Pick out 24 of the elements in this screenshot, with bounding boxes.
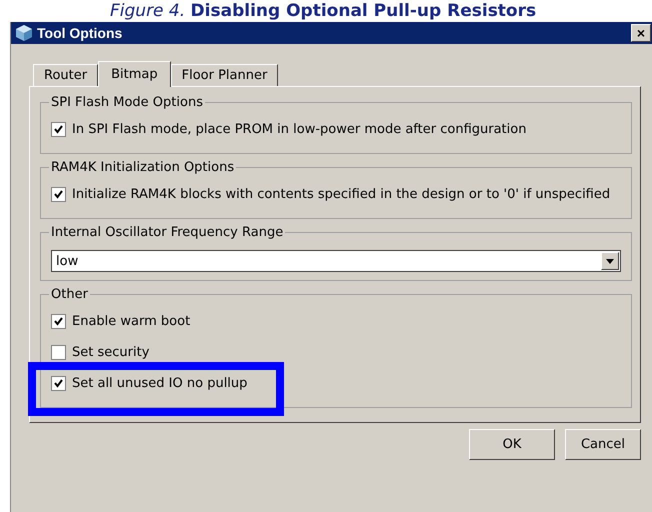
close-button[interactable]: ×: [631, 24, 651, 42]
tab[interactable]: Bitmap: [98, 61, 171, 87]
window-title: Tool Options: [37, 25, 122, 41]
checkbox-option[interactable]: Initialize RAM4K blocks with contents specified in the design or to '0' if unspecified: [51, 184, 610, 206]
group-title: Other: [50, 287, 89, 302]
tab[interactable]: Router: [33, 64, 98, 86]
group-title: SPI Flash Mode Options: [50, 95, 204, 110]
dialog-button[interactable]: OK: [469, 429, 555, 460]
checkbox-option[interactable]: In SPI Flash mode, place PROM in low-power mode after configuration: [51, 118, 526, 140]
checkbox[interactable]: [51, 122, 66, 137]
group-title: Internal Oscillator Frequency Range: [50, 225, 284, 240]
checkbox[interactable]: [51, 345, 66, 360]
checkbox-option[interactable]: Set all unused IO no pullup: [51, 372, 248, 394]
checkbox[interactable]: [51, 376, 66, 391]
cube-icon: [15, 24, 33, 42]
checkbox-option[interactable]: Enable warm boot: [51, 310, 190, 332]
checkbox[interactable]: [51, 314, 66, 329]
dialog-button[interactable]: Cancel: [565, 429, 641, 460]
checkbox-option[interactable]: Set security: [51, 342, 150, 364]
dropdown[interactable]: low: [51, 250, 621, 272]
tab[interactable]: Floor Planner: [170, 64, 278, 86]
figure-caption: Figure 4. Disabling Optional Pull-up Resistors: [109, 0, 538, 22]
checkbox[interactable]: [51, 187, 66, 202]
group-title: RAM4K Initialization Options: [50, 160, 236, 175]
